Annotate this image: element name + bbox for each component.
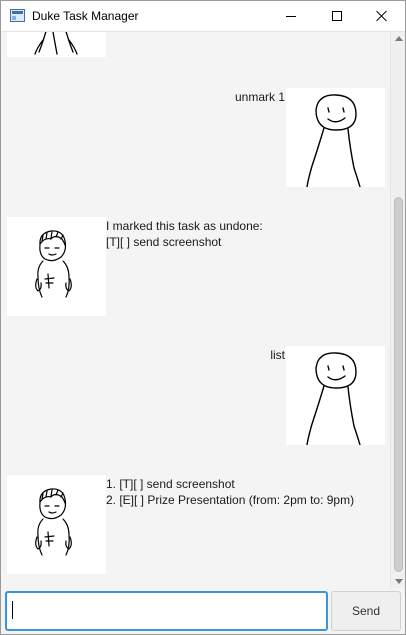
- message-line: 1. [T][ ] send screenshot: [106, 477, 235, 491]
- user-message: unmark 1: [191, 89, 285, 105]
- message-line: I marked this task as undone:: [106, 219, 263, 233]
- vertical-scrollbar[interactable]: [390, 32, 405, 588]
- chat-scroll-pane[interactable]: unmark 1 I marked this task as undone: […: [1, 31, 405, 588]
- scroll-down-icon[interactable]: [395, 579, 403, 584]
- app-window-icon: [10, 9, 25, 22]
- minimize-button[interactable]: [268, 1, 314, 31]
- user-message: list: [191, 347, 285, 363]
- message-line: unmark 1: [234, 90, 285, 104]
- input-bar: Send: [1, 588, 405, 634]
- duke-avatar: [7, 217, 106, 316]
- send-button[interactable]: Send: [331, 591, 401, 631]
- minimize-icon: [286, 15, 296, 17]
- duke-avatar: [7, 32, 106, 57]
- scroll-up-icon[interactable]: [395, 36, 403, 41]
- smiling-figure-icon: [306, 352, 361, 445]
- duke-character-icon: [35, 488, 72, 556]
- smiling-figure-icon: [306, 94, 361, 187]
- command-input[interactable]: [5, 591, 328, 631]
- duke-message: 1. [T][ ] send screenshot 2. [E][ ] Priz…: [106, 476, 354, 508]
- message-line: [T][ ] send screenshot: [106, 235, 222, 249]
- window-title: Duke Task Manager: [32, 9, 139, 23]
- message-line: 2. [E][ ] Prize Presentation (from: 2pm …: [106, 493, 355, 507]
- maximize-icon: [332, 11, 342, 21]
- user-avatar: [286, 88, 385, 187]
- close-button[interactable]: [359, 1, 405, 31]
- message-line: list: [270, 348, 285, 362]
- title-bar[interactable]: Duke Task Manager: [1, 1, 405, 31]
- scroll-thumb[interactable]: [394, 197, 403, 572]
- maximize-button[interactable]: [314, 1, 360, 31]
- duke-avatar: [7, 475, 106, 574]
- duke-message: I marked this task as undone: [T][ ] sen…: [106, 218, 263, 250]
- text-caret: [12, 601, 13, 619]
- user-avatar: [286, 346, 385, 445]
- app-window: Duke Task Manager unmark 1 I marked this…: [0, 0, 406, 635]
- duke-character-icon: [35, 230, 72, 298]
- close-icon: [376, 10, 388, 22]
- duke-character-icon: [34, 32, 78, 55]
